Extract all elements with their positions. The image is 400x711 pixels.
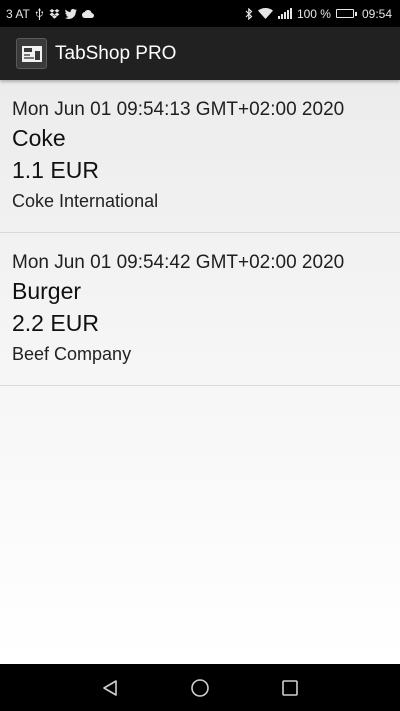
wifi-icon <box>257 8 273 19</box>
carrier-label: 3 AT <box>6 6 30 21</box>
navigation-bar <box>0 664 400 711</box>
battery-icon <box>335 9 357 18</box>
usb-icon <box>35 7 44 20</box>
clock: 09:54 <box>361 6 392 21</box>
status-left: 3 AT <box>6 7 94 21</box>
app-title: TabShop PRO <box>55 42 177 64</box>
cloud-icon <box>81 9 94 18</box>
list-item[interactable]: Mon Jun 01 09:54:13 GMT+02:00 2020 Coke … <box>0 80 400 233</box>
app-bar: TabShop PRO <box>0 27 400 80</box>
signal-icon <box>277 8 292 19</box>
item-vendor: Coke International <box>12 191 159 211</box>
twitter-icon <box>64 8 77 19</box>
battery-percent-label: 100 % <box>296 6 331 21</box>
item-name: Burger <box>12 278 82 304</box>
transaction-list: Mon Jun 01 09:54:13 GMT+02:00 2020 Coke … <box>0 80 400 664</box>
item-name: Coke <box>12 125 66 151</box>
list-item[interactable]: Mon Jun 01 09:54:42 GMT+02:00 2020 Burge… <box>0 233 400 386</box>
status-right: 100 % 09:54 <box>245 7 392 21</box>
recents-icon[interactable] <box>278 676 302 700</box>
back-icon[interactable] <box>98 676 122 700</box>
bluetooth-icon <box>245 7 253 20</box>
status-bar: 3 AT 100 % 09:54 <box>0 0 400 27</box>
item-date: Mon Jun 01 09:54:13 GMT+02:00 2020 <box>12 99 345 120</box>
dropbox-icon <box>49 8 60 19</box>
item-date: Mon Jun 01 09:54:42 GMT+02:00 2020 <box>12 252 345 273</box>
item-price: 1.1 EUR <box>12 157 99 183</box>
item-vendor: Beef Company <box>12 344 132 364</box>
item-price: 2.2 EUR <box>12 310 99 336</box>
home-icon[interactable] <box>188 676 212 700</box>
tabshop-logo-icon[interactable] <box>16 38 47 69</box>
